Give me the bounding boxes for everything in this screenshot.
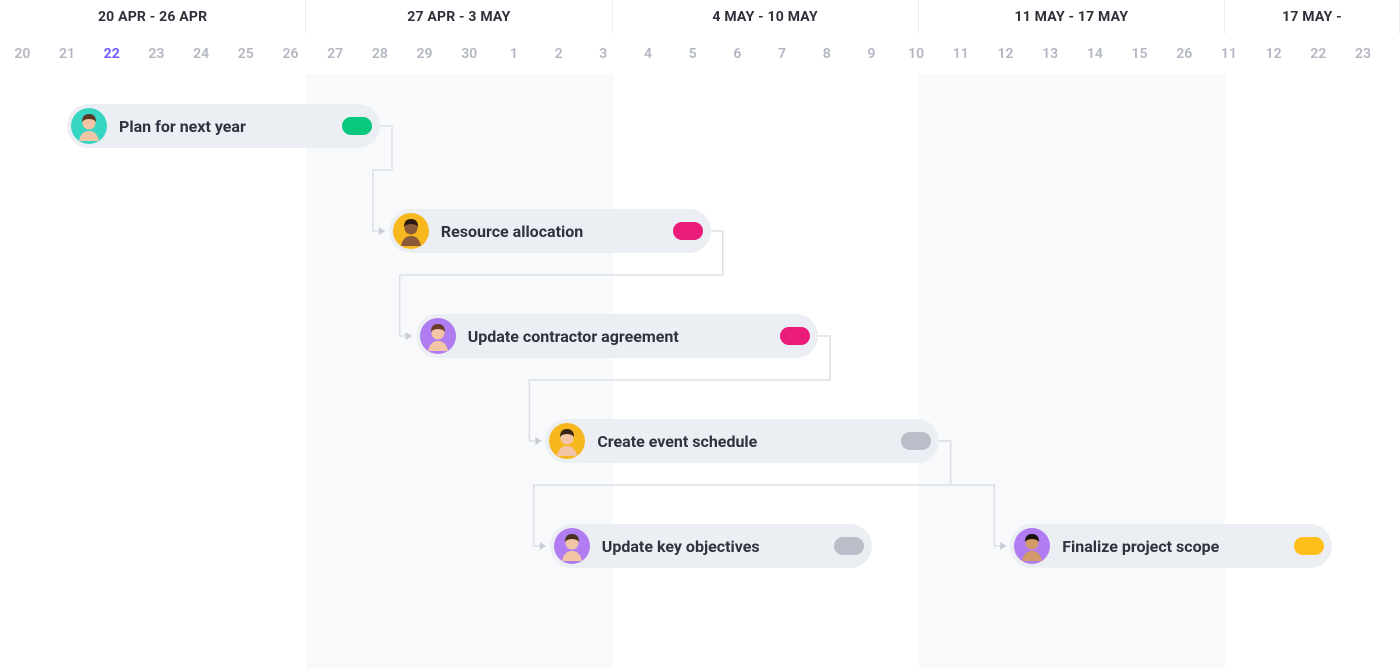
day-header-cell: 26 [268,34,313,74]
assignee-avatar [554,528,590,564]
task-bar[interactable]: Update contractor agreement [416,314,818,358]
week-header-cell: 17 MAY - [1225,0,1400,34]
task-bar[interactable]: Plan for next year [67,104,380,148]
week-header-cell: 4 MAY - 10 MAY [613,0,919,34]
assignee-avatar [1014,528,1050,564]
day-header-cell: 24 [179,34,224,74]
day-header-cell: 1 [492,34,537,74]
assignee-avatar [393,213,429,249]
day-header-cell: 21 [45,34,90,74]
day-header-cell: 12 [1251,34,1296,74]
day-header-cell: 26 [1162,34,1207,74]
day-header-cell: 7 [760,34,805,74]
week-header-cell: 11 MAY - 17 MAY [919,0,1225,34]
day-header-cell: 29 [402,34,447,74]
task-bar[interactable]: Resource allocation [389,209,711,253]
task-label: Update contractor agreement [468,327,768,346]
assignee-avatar [420,318,456,354]
status-pill [1294,537,1324,555]
day-header-cell: 12 [983,34,1028,74]
day-header-cell: 11 [938,34,983,74]
week-header-cell: 27 APR - 3 MAY [306,0,612,34]
week-header-cell: 20 APR - 26 APR [0,0,306,34]
day-header-cell: 2 [536,34,581,74]
day-header-cell: 22 [1296,34,1341,74]
task-label: Create event schedule [597,432,888,451]
day-header-cell: 10 [894,34,939,74]
day-header-cell: 6 [715,34,760,74]
day-header-cell: 23 [1341,34,1386,74]
day-header-cell: 20 [0,34,45,74]
task-label: Update key objectives [602,537,822,556]
day-header-cell: 8 [804,34,849,74]
status-pill [901,432,931,450]
task-bar[interactable]: Create event schedule [545,419,938,463]
day-header-cell: 30 [447,34,492,74]
day-header-cell: 15 [1117,34,1162,74]
week-row: 20 APR - 26 APR27 APR - 3 MAY4 MAY - 10 … [0,0,1400,34]
day-header-cell: 22 [89,34,134,74]
day-header-cell: 25 [223,34,268,74]
assignee-avatar [549,423,585,459]
timeline-header: 20 APR - 26 APR27 APR - 3 MAY4 MAY - 10 … [0,0,1400,74]
task-label: Finalize project scope [1062,537,1282,556]
day-header-cell: 5 [670,34,715,74]
day-header-cell: 28 [358,34,403,74]
day-header-cell: 14 [1073,34,1118,74]
task-label: Resource allocation [441,222,661,241]
gantt-view: 20 APR - 26 APR27 APR - 3 MAY4 MAY - 10 … [0,0,1400,669]
day-row: 2021222324252627282930123456789101112131… [0,34,1400,74]
day-header-cell: 4 [626,34,671,74]
assignee-avatar [71,108,107,144]
day-header-cell: 27 [313,34,358,74]
day-header-cell: 11 [1207,34,1252,74]
task-bar[interactable]: Finalize project scope [1010,524,1332,568]
status-pill [780,327,810,345]
day-header-cell: 9 [849,34,894,74]
status-pill [673,222,703,240]
status-pill [342,117,372,135]
day-header-cell: 3 [581,34,626,74]
task-bar[interactable]: Update key objectives [550,524,872,568]
day-header-cell: 13 [1028,34,1073,74]
task-bars: Plan for next year Resource allocation Upd… [0,74,1400,669]
day-header-cell: 23 [134,34,179,74]
task-label: Plan for next year [119,117,330,136]
status-pill [834,537,864,555]
